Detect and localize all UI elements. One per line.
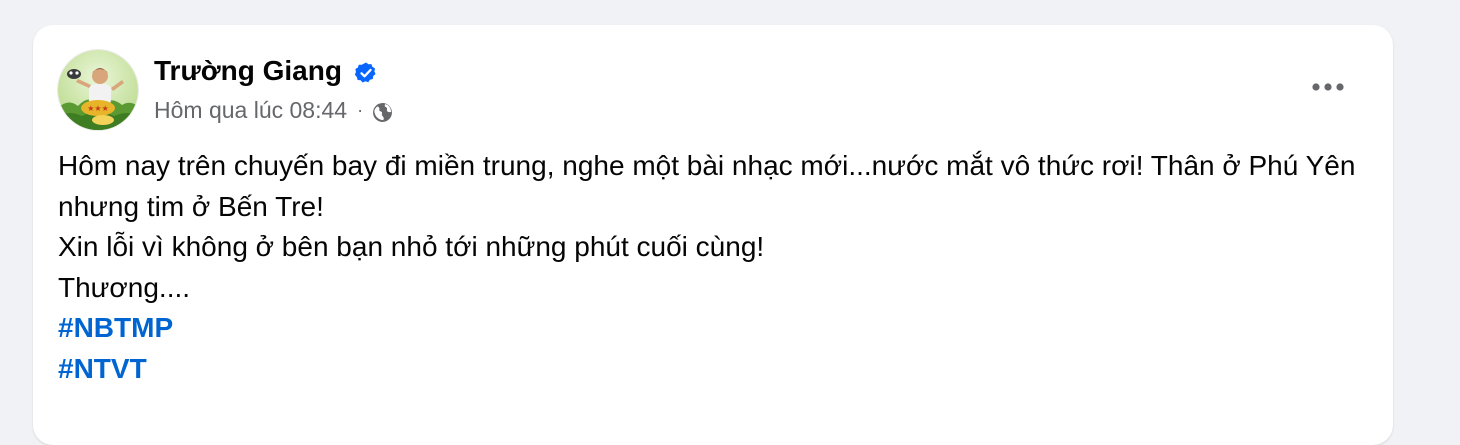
hashtag-link[interactable]: #NTVT [58, 349, 1358, 390]
author-name[interactable]: Trường Giang [154, 54, 342, 88]
hashtag-link[interactable]: #NBTMP [58, 308, 1358, 349]
post-body: Hôm nay trên chuyến bay đi miền trung, n… [58, 146, 1358, 390]
post-text-line: Hôm nay trên chuyến bay đi miền trung, n… [58, 150, 1356, 222]
more-options-button[interactable] [1303, 69, 1353, 105]
author-avatar[interactable]: ★★★ [57, 49, 139, 131]
avatar-image: ★★★ [58, 50, 138, 130]
more-options-icon [1312, 83, 1344, 91]
svg-text:★★★: ★★★ [87, 104, 109, 113]
post-text-line: Thương.... [58, 271, 191, 303]
author-row: Trường Giang [154, 54, 378, 88]
post-card: ★★★ Trường Giang Hôm qua lúc 08:44 · Hôm… [33, 25, 1393, 445]
meta-separator: · [357, 100, 364, 120]
post-text-line: Xin lỗi vì không ở bên bạn nhỏ tới những… [58, 231, 765, 263]
post-timestamp[interactable]: Hôm qua lúc 08:44 [154, 95, 347, 125]
post-meta: Hôm qua lúc 08:44 · [154, 95, 393, 125]
globe-icon[interactable] [372, 100, 393, 122]
verified-badge-icon [354, 59, 378, 83]
